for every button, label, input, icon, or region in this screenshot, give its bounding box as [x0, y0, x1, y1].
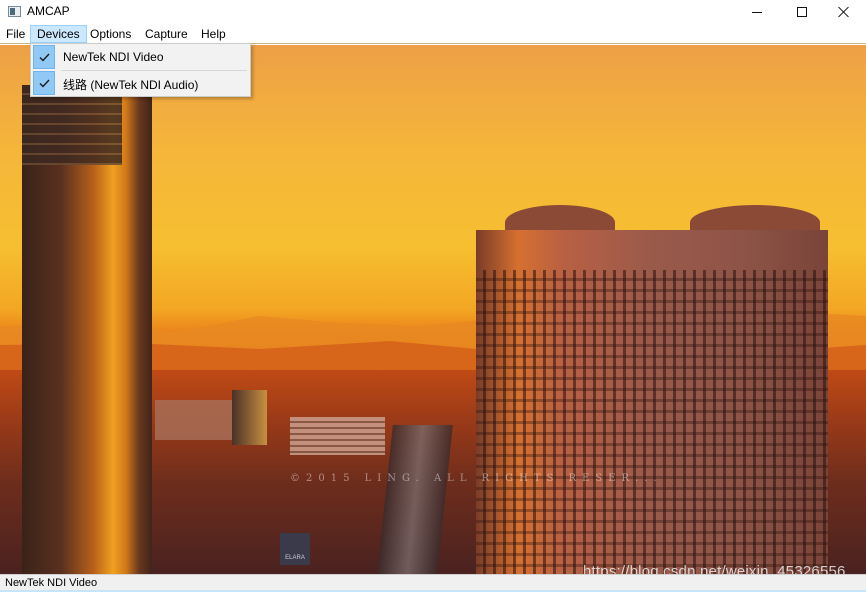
checkmark-icon: [33, 45, 55, 69]
maximize-button[interactable]: [779, 0, 825, 24]
hotel-windows: [476, 270, 828, 574]
menu-devices[interactable]: Devices: [30, 25, 87, 43]
devices-dropdown-menu: NewTek NDI Video 线路 (NewTek NDI Audio): [30, 43, 251, 97]
video-copyright-overlay: ©2015 LING. ALL RIGHTS RESER...: [290, 473, 663, 484]
menu-item-ndi-audio[interactable]: 线路 (NewTek NDI Audio): [33, 71, 249, 95]
menu-item-label: 线路 (NewTek NDI Audio): [63, 78, 199, 92]
app-icon: [8, 6, 21, 17]
maximize-icon: [797, 7, 807, 17]
close-button[interactable]: [821, 0, 866, 24]
building: [232, 390, 267, 445]
minimize-icon: [752, 11, 762, 13]
close-icon: [838, 6, 850, 18]
elara-sign: ELARA: [280, 533, 310, 565]
building: [290, 417, 385, 455]
menu-help[interactable]: Help: [195, 25, 232, 43]
glass-tower-top: [22, 85, 122, 165]
title-bar[interactable]: AMCAP: [0, 0, 866, 24]
menu-item-label: NewTek NDI Video: [63, 50, 164, 64]
status-text: NewTek NDI Video: [5, 577, 98, 589]
menu-options[interactable]: Options: [84, 25, 137, 43]
watermark-url: https://blog.csdn.net/weixin_45326556: [583, 563, 846, 574]
menu-bar: File Devices Options Capture Help: [0, 24, 866, 44]
window-title: AMCAP: [27, 4, 70, 18]
building: [155, 400, 235, 440]
status-bar: NewTek NDI Video: [0, 574, 866, 592]
menu-capture[interactable]: Capture: [139, 25, 194, 43]
minimize-button[interactable]: [734, 0, 780, 24]
hotel-tower: [476, 230, 828, 574]
video-preview: ELARA ©2015 LING. ALL RIGHTS RESER... ht…: [0, 45, 866, 574]
checkmark-icon: [33, 71, 55, 95]
menu-item-ndi-video[interactable]: NewTek NDI Video: [33, 45, 249, 69]
menu-file[interactable]: File: [0, 25, 31, 43]
